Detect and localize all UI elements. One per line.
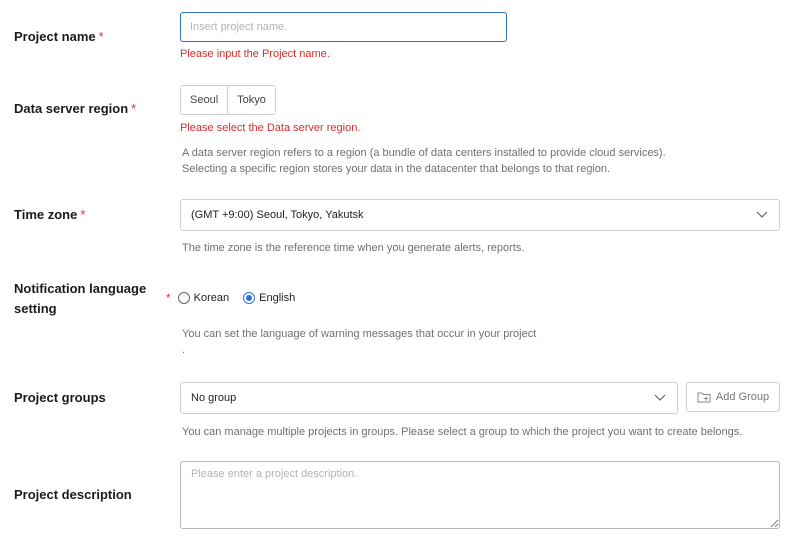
radio-button-english[interactable]	[243, 292, 256, 304]
radio-button-korean[interactable]	[177, 292, 190, 304]
required-mark: *	[80, 207, 86, 222]
project-groups-selected-value: No group	[191, 392, 237, 404]
notification-language-radio-group: * Korean English	[166, 289, 309, 307]
project-name-error: Please input the Project name.	[180, 48, 330, 60]
notification-language-label: Notification language setting	[14, 281, 147, 316]
data-server-region-help-line1: A data server region refers to a region …	[182, 147, 666, 159]
region-selector: Seoul Tokyo	[180, 85, 276, 115]
project-groups-help: You can manage multiple projects in grou…	[182, 426, 743, 438]
project-description-textarea[interactable]	[180, 461, 780, 529]
project-description-label: Project description	[14, 487, 132, 502]
radio-english[interactable]: English	[243, 292, 295, 304]
time-zone-select[interactable]: (GMT +9:00) Seoul, Tokyo, Yakutsk	[180, 199, 780, 231]
chevron-down-icon	[756, 211, 768, 218]
required-mark: *	[166, 291, 171, 305]
required-mark: *	[131, 101, 137, 116]
radio-korean[interactable]: Korean	[177, 292, 229, 304]
project-name-label: Project name *	[14, 29, 104, 44]
folder-add-icon	[697, 392, 711, 403]
notification-language-help-line2: .	[182, 344, 186, 356]
project-groups-label: Project groups	[14, 390, 106, 405]
data-server-region-error: Please select the Data server region.	[180, 122, 361, 134]
project-groups-select[interactable]: No group	[180, 382, 678, 414]
region-option-tokyo[interactable]: Tokyo	[227, 86, 275, 114]
time-zone-label: Time zone *	[14, 207, 86, 222]
time-zone-selected-value: (GMT +9:00) Seoul, Tokyo, Yakutsk	[191, 209, 364, 221]
chevron-down-icon	[654, 394, 666, 401]
notification-language-help-line1: You can set the language of warning mess…	[182, 328, 537, 340]
data-server-region-help-line2: Selecting a specific region stores your …	[182, 163, 611, 175]
data-server-region-label: Data server region *	[14, 101, 137, 116]
add-group-label: Add Group	[715, 391, 770, 403]
project-name-input[interactable]	[180, 12, 507, 42]
region-option-seoul[interactable]: Seoul	[181, 86, 228, 114]
required-mark: *	[98, 29, 104, 44]
add-group-button[interactable]: Add Group	[686, 382, 780, 412]
time-zone-help: The time zone is the reference time when…	[182, 242, 525, 254]
